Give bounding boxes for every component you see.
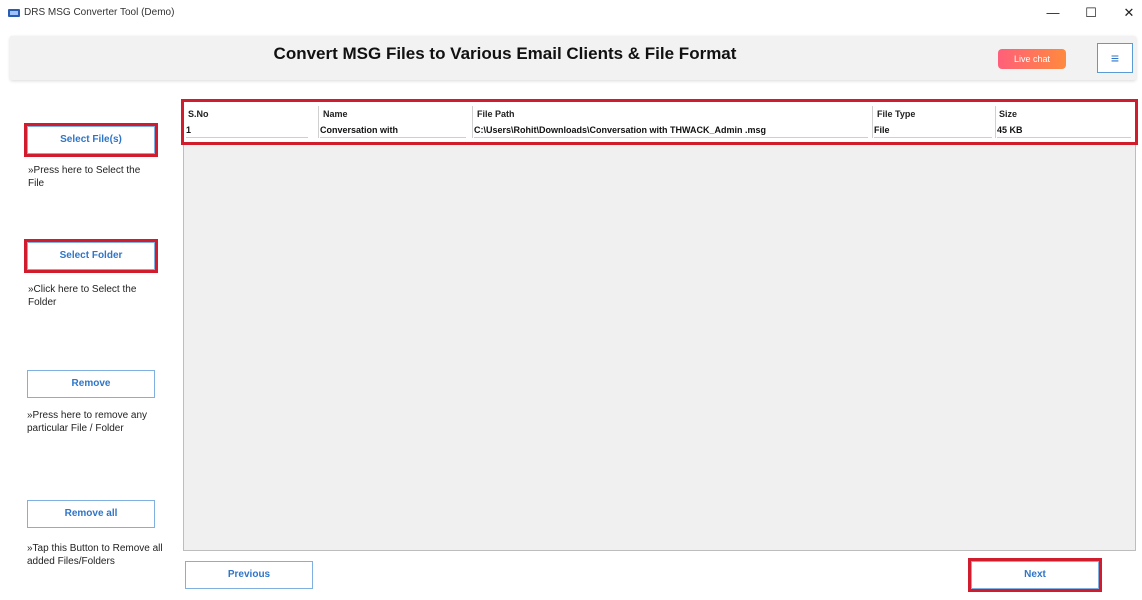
minimize-button[interactable]: — [1038,2,1068,24]
column-header-file-type[interactable]: File Type [877,109,987,119]
app-header: Convert MSG Files to Various Email Clien… [10,36,1136,80]
column-separator [872,106,873,138]
cell-sno: 1 [186,124,308,138]
cell-size: 45 KB [997,124,1131,138]
remove-help: »Press here to remove any particular Fil… [27,410,148,434]
menu-icon: ≡ [1110,50,1120,66]
next-button[interactable]: Next [968,558,1102,592]
page-title: Convert MSG Files to Various Email Clien… [273,44,737,63]
column-header-file-path[interactable]: File Path [477,109,857,119]
select-files-help: »Press here to Select the File [28,165,141,189]
column-separator [318,106,319,138]
live-chat-button[interactable]: Live chat [998,49,1066,69]
column-separator [472,106,473,138]
cell-file-type: File [874,124,992,138]
file-table: S.No Name File Path File Type Size 1 Con… [181,99,1138,145]
remove-all-help: »Tap this Button to Remove all added Fil… [27,543,163,567]
column-header-sno[interactable]: S.No [188,109,308,119]
remove-all-button[interactable]: Remove all [27,500,155,528]
maximize-button[interactable]: ☐ [1076,2,1106,24]
select-folder-help: »Click here to Select the Folder [28,284,137,308]
previous-button[interactable]: Previous [185,561,313,589]
select-folder-button[interactable]: Select Folder [24,239,158,273]
app-logo-icon [8,9,20,17]
hamburger-menu-button[interactable]: ≡ [1097,43,1133,73]
column-header-name[interactable]: Name [323,109,463,119]
window-titlebar: DRS MSG Converter Tool (Demo) — ☐ ✕ [0,0,1142,28]
cell-name: Conversation with [320,124,466,138]
close-button[interactable]: ✕ [1114,2,1142,24]
select-files-button[interactable]: Select File(s) [24,123,158,157]
column-separator [995,106,996,138]
cell-file-path: C:\Users\Rohit\Downloads\Conversation wi… [474,124,868,138]
remove-button[interactable]: Remove [27,370,155,398]
window-title: DRS MSG Converter Tool (Demo) [24,7,175,18]
file-list-grid[interactable]: S.No Name File Path File Type Size 1 Con… [181,99,1138,551]
column-header-size[interactable]: Size [999,109,1129,119]
